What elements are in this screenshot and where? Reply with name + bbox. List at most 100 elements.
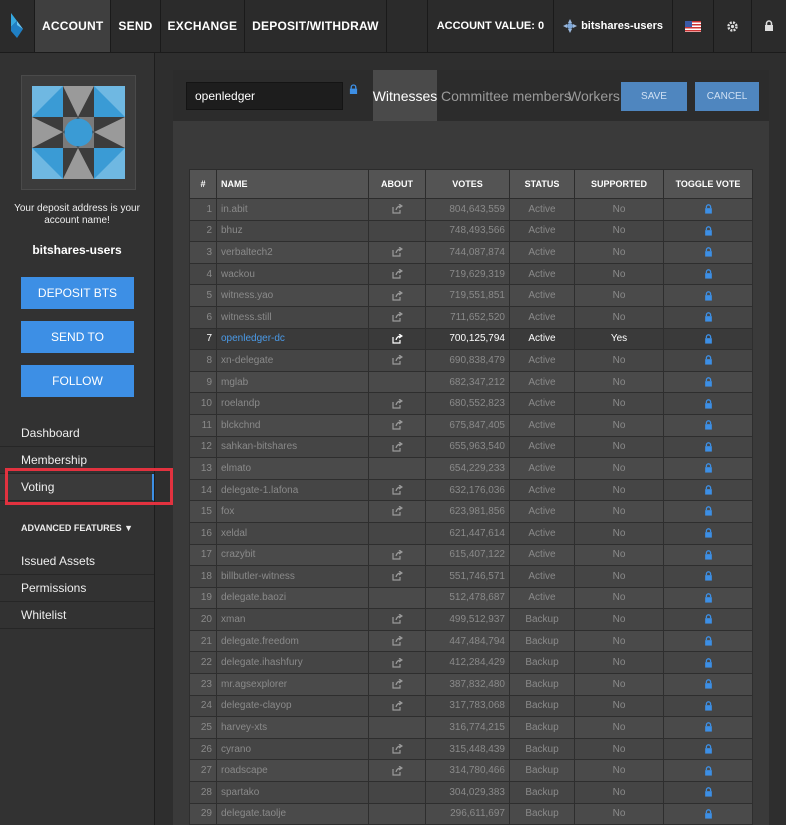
external-link-icon[interactable] <box>391 398 403 409</box>
lock-icon[interactable] <box>704 787 713 797</box>
settings-gear-icon[interactable] <box>713 0 751 52</box>
account-search-input[interactable]: openledger <box>186 82 343 110</box>
lock-icon[interactable] <box>704 657 713 668</box>
account-value[interactable]: ACCOUNT VALUE: 0 <box>426 0 553 52</box>
lock-icon[interactable] <box>704 420 713 430</box>
external-link-icon[interactable] <box>391 312 403 322</box>
sidebar-item-issued-assets[interactable]: Issued Assets <box>0 548 154 575</box>
nav-send[interactable]: SEND <box>111 0 161 52</box>
lock-icon[interactable] <box>704 398 713 409</box>
supported-cell: No <box>574 651 664 675</box>
external-link-icon[interactable] <box>391 700 403 711</box>
external-link-icon[interactable] <box>391 333 403 344</box>
col-header-votes[interactable]: VOTES <box>425 169 510 199</box>
col-header-supported[interactable]: SUPPORTED <box>574 169 664 199</box>
tab-workers[interactable]: Workers <box>568 70 620 121</box>
row-number: 1 <box>189 198 217 221</box>
nav-deposit-withdraw[interactable]: DEPOSIT/WITHDRAW <box>245 0 387 52</box>
lock-icon[interactable] <box>704 808 713 819</box>
external-link-icon[interactable] <box>391 765 403 776</box>
external-link-icon[interactable] <box>391 636 403 646</box>
status-cell: Active <box>509 284 575 307</box>
tab-witnesses[interactable]: Witnesses <box>373 70 437 121</box>
external-link-icon[interactable] <box>391 268 403 279</box>
lock-icon[interactable] <box>704 744 713 754</box>
lock-icon[interactable] <box>704 571 713 581</box>
lock-icon[interactable] <box>751 0 786 52</box>
sidebar-item-dashboard[interactable]: Dashboard <box>0 420 154 447</box>
lock-icon[interactable] <box>704 549 713 560</box>
lock-icon[interactable] <box>704 765 713 776</box>
toggle-vote-cell <box>663 370 753 394</box>
external-link-icon[interactable] <box>391 679 403 689</box>
nav-exchange[interactable]: EXCHANGE <box>161 0 246 52</box>
account-switcher[interactable]: bitshares-users <box>553 0 672 52</box>
lock-icon[interactable] <box>704 701 713 711</box>
status-cell: Backup <box>509 629 575 653</box>
col-header-name[interactable]: NAME <box>216 169 369 199</box>
lock-icon[interactable] <box>704 614 713 625</box>
lock-icon <box>349 82 358 100</box>
lock-icon[interactable] <box>704 290 713 301</box>
lock-icon[interactable] <box>704 485 713 495</box>
supported-cell: No <box>574 673 664 696</box>
lock-icon[interactable] <box>704 225 713 236</box>
cancel-button[interactable]: CANCEL <box>695 82 759 111</box>
external-link-icon[interactable] <box>391 744 403 754</box>
external-link-icon[interactable] <box>391 657 403 668</box>
external-link-icon[interactable] <box>391 549 403 560</box>
lock-icon[interactable] <box>704 506 713 517</box>
lock-icon[interactable] <box>704 463 713 473</box>
external-link-icon[interactable] <box>391 204 403 214</box>
supported-cell: No <box>574 478 664 502</box>
language-flag-icon[interactable] <box>672 0 713 52</box>
external-link-icon[interactable] <box>391 614 403 625</box>
external-link-icon[interactable] <box>391 290 403 301</box>
lock-icon[interactable] <box>704 333 713 344</box>
sidebar-item-whitelist[interactable]: Whitelist <box>0 602 154 629</box>
deposit-bts-button[interactable]: DEPOSIT BTS <box>21 277 134 309</box>
nav-account[interactable]: ACCOUNT <box>35 0 112 52</box>
lock-icon[interactable] <box>704 679 713 689</box>
witness-name: bhuz <box>216 219 369 243</box>
witness-name: elmato <box>216 457 369 480</box>
lock-icon[interactable] <box>704 528 713 538</box>
lock-icon[interactable] <box>704 355 713 365</box>
external-link-icon[interactable] <box>391 571 403 581</box>
lock-icon[interactable] <box>704 312 713 322</box>
supported-cell: No <box>574 457 664 480</box>
bitshares-logo-icon[interactable] <box>0 0 35 52</box>
table-row: 22 delegate.ihashfury 412,284,429 Backup No <box>189 651 753 675</box>
lock-icon[interactable] <box>704 247 713 257</box>
lock-icon[interactable] <box>704 593 713 603</box>
toggle-vote-cell <box>663 500 753 523</box>
col-header-status[interactable]: STATUS <box>509 169 575 199</box>
lock-icon[interactable] <box>704 441 713 452</box>
external-link-icon[interactable] <box>391 355 403 365</box>
external-link-icon[interactable] <box>391 441 403 452</box>
toggle-vote-cell <box>663 694 753 718</box>
external-link-icon[interactable] <box>391 506 403 517</box>
external-link-icon[interactable] <box>391 420 403 430</box>
lock-icon[interactable] <box>704 722 713 732</box>
about-cell <box>368 737 426 761</box>
votes-cell: 690,838,479 <box>425 349 510 372</box>
external-link-icon[interactable] <box>391 484 403 495</box>
status-cell: Active <box>509 305 575 329</box>
save-button[interactable]: SAVE <box>621 82 687 111</box>
tab-committee-members[interactable]: Committee members <box>441 70 571 121</box>
status-cell: Active <box>509 500 575 523</box>
sidebar-item-permissions[interactable]: Permissions <box>0 575 154 602</box>
supported-cell: No <box>574 694 664 718</box>
status-cell: Backup <box>509 608 575 631</box>
lock-icon[interactable] <box>704 204 713 214</box>
advanced-features-toggle[interactable]: ADVANCED FEATURES ▼ <box>21 523 133 533</box>
lock-icon[interactable] <box>704 269 713 279</box>
col-header-toggle-vote: TOGGLE VOTE <box>663 169 753 199</box>
send-to-button[interactable]: SEND TO <box>21 321 134 353</box>
supported-cell: No <box>574 781 664 804</box>
lock-icon[interactable] <box>704 377 713 387</box>
lock-icon[interactable] <box>704 636 713 646</box>
follow-button[interactable]: FOLLOW <box>21 365 134 397</box>
external-link-icon[interactable] <box>391 247 403 257</box>
